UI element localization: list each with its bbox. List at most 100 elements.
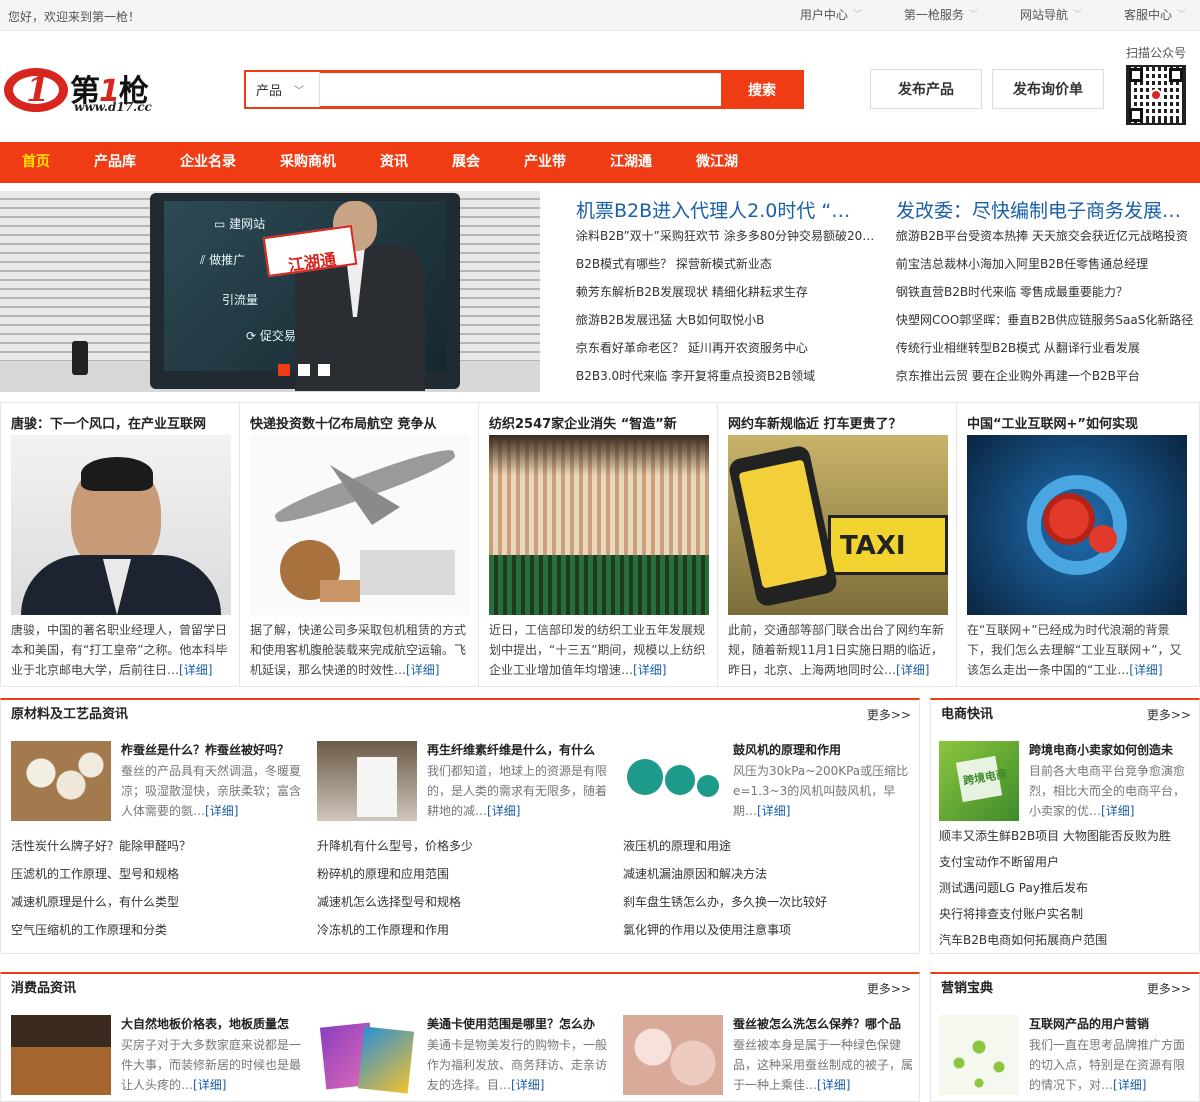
nav-home[interactable]: 首页	[0, 142, 72, 183]
more-link[interactable]: 更多>>	[1147, 700, 1191, 730]
panel-title: 营销宝典	[941, 981, 994, 996]
list-item[interactable]: 减速机怎么选择型号和规格	[317, 888, 461, 916]
list-item[interactable]: 空气压缩机的工作原理和分类	[11, 916, 167, 944]
nav-wei-jianghu[interactable]: 微江湖	[674, 142, 760, 183]
card-more-link[interactable]: [详细]	[179, 663, 212, 677]
list-item[interactable]: 刹车盘生锈怎么办，多久换一次比较好	[623, 888, 827, 916]
list-item[interactable]: 顺丰又添生鲜B2B项目 大物图能否反败为胜	[939, 822, 1171, 850]
slide-dot-3[interactable]	[318, 364, 330, 376]
feature-more-link[interactable]: [详细]	[193, 1078, 226, 1092]
feature-more-link[interactable]: [详细]	[1113, 1078, 1146, 1092]
feature-more-link[interactable]: [详细]	[1101, 804, 1134, 818]
feature-thumb[interactable]: 跨境电商	[939, 741, 1019, 821]
card-title[interactable]: 网约车新规临近 打车更贵了？	[728, 413, 947, 433]
feature-title[interactable]: 蚕丝被怎么洗怎么保养？哪个品	[733, 1015, 901, 1032]
card-more-link[interactable]: [详细]	[896, 663, 929, 677]
card-image-textile[interactable]	[489, 435, 709, 615]
service-link[interactable]: 第一枪服务 ﹀	[876, 0, 992, 30]
more-link[interactable]: 更多>>	[1147, 974, 1191, 1004]
headline-item[interactable]: 旅游B2B平台受资本热捧 天天旅交会获近亿元战略投资	[896, 222, 1196, 250]
list-item[interactable]: 液压机的原理和用途	[623, 832, 731, 860]
list-item[interactable]: 测试遇问题LG Pay推后发布	[939, 874, 1088, 902]
card-title[interactable]: 中国“工业互联网+”如何实现	[967, 413, 1187, 433]
feature-more-link[interactable]: [详细]	[757, 804, 790, 818]
search-button[interactable]: 搜索	[722, 72, 802, 107]
search-category-select[interactable]: 产品 ﹀	[246, 72, 320, 107]
feature-title[interactable]: 跨境电商小卖家如何创造未	[1029, 741, 1173, 758]
list-item[interactable]: 粉碎机的原理和应用范围	[317, 860, 449, 888]
headline-item[interactable]: 快塑网COO郭坚晖：垂直B2B供应链服务SaaS化新路径	[896, 306, 1196, 334]
feature-thumb[interactable]	[623, 741, 723, 821]
list-item[interactable]: 汽车B2B电商如何拓展商户范围	[939, 926, 1107, 954]
card-image-portrait[interactable]	[11, 435, 231, 615]
feature-title[interactable]: 美通卡使用范围是哪里？怎么办	[427, 1015, 595, 1032]
headline-title[interactable]: 发改委：尽快编制电子商务发展…	[896, 196, 1196, 222]
headline-item[interactable]: 赖芳东解析B2B发展现状 精细化耕耘求生存	[576, 278, 876, 306]
feature-more-link[interactable]: [详细]	[817, 1078, 850, 1092]
feature-title[interactable]: 互联网产品的用户营销	[1029, 1015, 1149, 1032]
feature-more-link[interactable]: [详细]	[487, 804, 520, 818]
headline-item[interactable]: 京东看好革命老区？ 延川再开农资服务中心	[576, 334, 876, 362]
user-center-link[interactable]: 用户中心 ﹀	[772, 0, 876, 30]
list-item[interactable]: 减速机原理是什么，有什么类型	[11, 888, 179, 916]
list-item[interactable]: 活性炭什么牌子好？能除甲醛吗？	[11, 832, 191, 860]
search-input[interactable]	[320, 72, 722, 107]
headline-item[interactable]: 钢铁直营B2B时代来临 零售成最重要能力？	[896, 278, 1196, 306]
feature-thumb[interactable]	[11, 741, 111, 821]
feature-title[interactable]: 柞蚕丝是什么？柞蚕丝被好吗？	[121, 741, 289, 758]
headline-item[interactable]: B2B3.0时代来临 李开复将重点投资B2B领域	[576, 362, 876, 390]
feature-thumb[interactable]	[317, 741, 417, 821]
headline-item[interactable]: 涂料B2B”双十”采购狂欢节 涂多多80分钟交易额破20…	[576, 222, 876, 250]
headline-item[interactable]: 前宝洁总裁林小海加入阿里B2B任零售通总经理	[896, 250, 1196, 278]
site-logo[interactable]: 1 第1枪 www.d17.cc	[4, 64, 179, 116]
feature-title[interactable]: 再生纤维素纤维是什么，有什么	[427, 741, 595, 758]
list-item[interactable]: 央行将排查支付账户实名制	[939, 900, 1083, 928]
feature-title[interactable]: 大自然地板价格表，地板质量怎	[121, 1015, 289, 1032]
list-item[interactable]: 冷冻机的工作原理和作用	[317, 916, 449, 944]
feature-thumb[interactable]	[623, 1015, 723, 1095]
panel-header: 消费品资讯 更多>>	[1, 974, 919, 1004]
headline-item[interactable]: 京东推出云贸 要在企业购外再建一个B2B平台	[896, 362, 1196, 390]
post-inquiry-button[interactable]: 发布询价单	[992, 69, 1104, 109]
card-title[interactable]: 唐骏：下一个风口，在产业互联网	[11, 413, 230, 433]
card-image-gears[interactable]	[967, 435, 1187, 615]
list-item[interactable]: 升降机有什么型号，价格多少	[317, 832, 473, 860]
card-more-link[interactable]: [详细]	[633, 663, 666, 677]
feature-thumb[interactable]	[939, 1015, 1019, 1095]
headline-title[interactable]: 机票B2B进入代理人2.0时代 “…	[576, 196, 876, 222]
card-title[interactable]: 纺织2547家企业消失 “智造”新	[489, 413, 708, 433]
headline-item[interactable]: 传统行业相继转型B2B模式 从翻译行业看发展	[896, 334, 1196, 362]
card-more-link[interactable]: [详细]	[406, 663, 439, 677]
more-link[interactable]: 更多>>	[867, 700, 911, 730]
list-item[interactable]: 压滤机的工作原理、型号和规格	[11, 860, 179, 888]
nav-jianghutong[interactable]: 江湖通	[588, 142, 674, 183]
card-more-link[interactable]: [详细]	[1129, 663, 1162, 677]
slide-dot-1[interactable]	[278, 364, 290, 376]
site-nav-link[interactable]: 网站导航 ﹀	[992, 0, 1096, 30]
nav-news[interactable]: 资讯	[358, 142, 430, 183]
list-item[interactable]: 支付宝动作不断留用户	[939, 848, 1059, 876]
feature-thumb[interactable]	[11, 1015, 111, 1095]
headline-item[interactable]: B2B模式有哪些？ 探营新模式新业态	[576, 250, 876, 278]
slide-dot-2[interactable]	[298, 364, 310, 376]
feature-more-link[interactable]: [详细]	[511, 1078, 544, 1092]
card-image-plane[interactable]	[250, 435, 470, 615]
hero-banner[interactable]: ▭ 建网站 ⫽ 做推广 引流量 ⟳ 促交易 江湖通	[0, 191, 540, 392]
help-center-label: 客服中心	[1123, 8, 1172, 22]
help-center-link[interactable]: 客服中心 ﹀	[1096, 0, 1200, 30]
nav-companies[interactable]: 企业名录	[158, 142, 258, 183]
post-product-button[interactable]: 发布产品	[870, 69, 982, 109]
card-image-taxi[interactable]: TAXI	[728, 435, 948, 615]
nav-exhibitions[interactable]: 展会	[430, 142, 502, 183]
nav-purchase[interactable]: 采购商机	[258, 142, 358, 183]
nav-products[interactable]: 产品库	[72, 142, 158, 183]
feature-title[interactable]: 鼓风机的原理和作用	[733, 741, 841, 758]
more-link[interactable]: 更多>>	[867, 974, 911, 1004]
card-title[interactable]: 快递投资数十亿布局航空 竞争从	[250, 413, 469, 433]
feature-thumb[interactable]	[317, 1015, 417, 1095]
list-item[interactable]: 减速机漏油原因和解决方法	[623, 860, 767, 888]
list-item[interactable]: 氯化钾的作用以及使用注意事项	[623, 916, 791, 944]
nav-industry-belt[interactable]: 产业带	[502, 142, 588, 183]
feature-more-link[interactable]: [详细]	[205, 804, 238, 818]
headline-item[interactable]: 旅游B2B发展迅猛 大B如何取悦小B	[576, 306, 876, 334]
